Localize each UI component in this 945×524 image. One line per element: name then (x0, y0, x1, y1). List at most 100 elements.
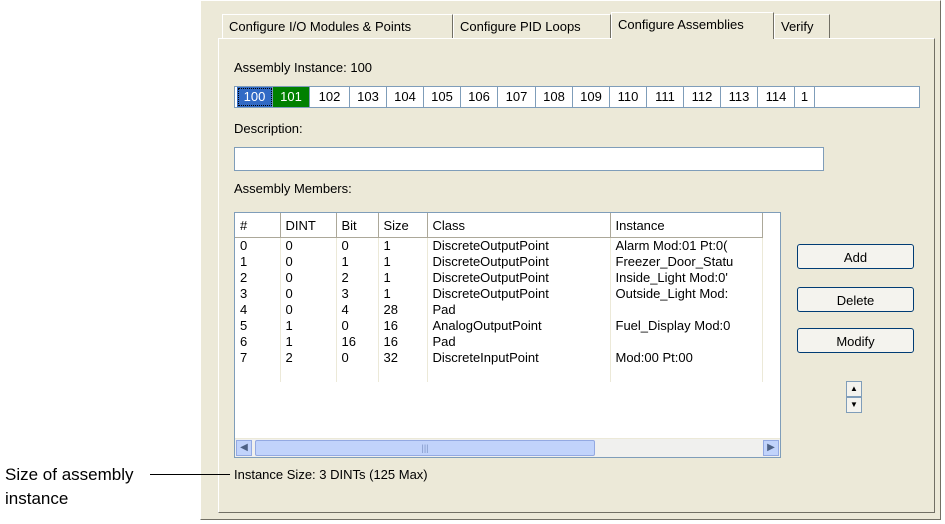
table-cell: 3 (235, 286, 281, 302)
instance-cell[interactable]: 109 (573, 87, 610, 107)
instance-cell[interactable]: 101 (273, 87, 310, 107)
table-cell: Outside_Light Mod: (610, 286, 763, 302)
table-cell: 0 (280, 254, 337, 270)
table-cell: 1 (280, 318, 337, 334)
move-down-icon[interactable]: ▼ (846, 397, 862, 413)
table-row[interactable]: 3 0 3 1 DiscreteOutputPoint Outside_Light Mod… (235, 286, 763, 302)
table-cell: 0 (336, 350, 379, 366)
configure-assemblies-dialog: Configure I/O Modules & Points Configure… (200, 0, 941, 520)
delete-button[interactable]: Delete (797, 287, 914, 312)
table-cell: Mod:00 Pt:00 (610, 350, 763, 366)
table-row[interactable]: 4 0 4 28 Pad (235, 302, 763, 318)
table-cell: DiscreteOutputPoint (427, 237, 611, 254)
table-cell: 1 (378, 254, 428, 270)
table-header: # DINT Bit Size Class Instance (235, 213, 763, 238)
table-cell: Freezer_Door_Statu (610, 254, 763, 270)
instance-cell[interactable]: 100 (237, 87, 273, 107)
table-cell: 4 (235, 302, 281, 318)
instance-cell[interactable]: 106 (461, 87, 498, 107)
table-cell (610, 366, 763, 382)
table-cell: 32 (378, 350, 428, 366)
description-field[interactable] (234, 147, 824, 171)
instance-cell[interactable]: 112 (684, 87, 721, 107)
table-cell: Alarm Mod:01 Pt:0( (610, 237, 763, 254)
table-cell: 28 (378, 302, 428, 318)
table-cell: Inside_Light Mod:0' (610, 270, 763, 286)
description-label: Description: (234, 121, 303, 136)
tab-configure-assemblies[interactable]: Configure Assemblies (611, 12, 774, 39)
instance-cell[interactable]: 104 (387, 87, 424, 107)
instance-cell[interactable]: 113 (721, 87, 758, 107)
table-cell: 1 (378, 270, 428, 286)
table-cell: 2 (336, 270, 379, 286)
table-row[interactable]: 0 0 0 1 DiscreteOutputPoint Alarm Mod:01 Pt:0… (235, 237, 763, 254)
table-cell: 3 (336, 286, 379, 302)
instance-cell[interactable]: 102 (310, 87, 350, 107)
table-cell: 1 (280, 334, 337, 350)
column-header[interactable]: Class (427, 213, 611, 238)
column-header[interactable]: Bit (336, 213, 379, 238)
instance-cell[interactable]: 107 (498, 87, 536, 107)
tab-configure-io-modules[interactable]: Configure I/O Modules & Points (222, 14, 453, 38)
table-cell: 0 (280, 286, 337, 302)
table-cell: 7 (235, 350, 281, 366)
table-cell (235, 366, 281, 382)
table-cell: 1 (378, 286, 428, 302)
table-cell: 1 (336, 254, 379, 270)
column-header[interactable]: Size (378, 213, 428, 238)
column-header[interactable]: Instance (610, 213, 763, 238)
scroll-left-icon[interactable]: ◀ (236, 440, 252, 456)
table-cell: Pad (427, 334, 611, 350)
table-cell (427, 366, 611, 382)
assembly-instance-label: Assembly Instance: 100 (234, 60, 373, 75)
instance-cell[interactable]: 114 (758, 87, 795, 107)
callout-annotation: Size of assembly instance (5, 463, 134, 511)
column-header[interactable]: DINT (280, 213, 337, 238)
assembly-instance-value: 100 (350, 60, 373, 75)
table-cell: 0 (280, 270, 337, 286)
table-cell: 6 (235, 334, 281, 350)
table-row[interactable]: 6 1 16 16 Pad (235, 334, 763, 350)
table-cell: 1 (378, 237, 428, 254)
tab-configure-pid-loops[interactable]: Configure PID Loops (453, 14, 611, 38)
table-row[interactable]: 5 1 0 16 AnalogOutputPoint Fuel_Display Mod:0 (235, 318, 763, 334)
callout-line2: instance (5, 489, 69, 508)
table-cell (610, 302, 763, 318)
table-cell: 2 (280, 350, 337, 366)
scroll-right-icon[interactable]: ▶ (763, 440, 779, 456)
members-grid: # DINT Bit Size Class Instance 0 0 0 1 DiscreteOu… (235, 213, 763, 382)
table-cell: Fuel_Display Mod:0 (610, 318, 763, 334)
instance-size-label: Instance Size: 3 DINTs (125 Max) (234, 467, 428, 482)
table-cell: 2 (235, 270, 281, 286)
move-up-icon[interactable]: ▲ (846, 381, 862, 397)
scroll-thumb[interactable]: ||| (255, 440, 595, 456)
assembly-members-table[interactable]: # DINT Bit Size Class Instance 0 0 0 1 DiscreteOu… (234, 212, 781, 458)
table-cell: 16 (336, 334, 379, 350)
instance-selector[interactable]: 100 101 102 103 104 105 106 107 108 109 110 111 112 1… (234, 86, 920, 108)
table-row-empty[interactable] (235, 366, 763, 382)
callout-leader-line (150, 474, 230, 475)
table-row[interactable]: 1 0 1 1 DiscreteOutputPoint Freezer_Door_Stat… (235, 254, 763, 270)
instance-cell[interactable]: 103 (350, 87, 387, 107)
table-row[interactable]: 2 0 2 1 DiscreteOutputPoint Inside_Light Mod:… (235, 270, 763, 286)
table-cell: DiscreteOutputPoint (427, 270, 611, 286)
assembly-members-label: Assembly Members: (234, 181, 352, 196)
instance-cell[interactable]: 108 (536, 87, 573, 107)
instance-cell[interactable]: 111 (647, 87, 684, 107)
table-cell: 0 (336, 318, 379, 334)
table-cell: AnalogOutputPoint (427, 318, 611, 334)
tab-verify[interactable]: Verify (774, 14, 830, 38)
table-cell: Pad (427, 302, 611, 318)
instance-cell[interactable]: 110 (610, 87, 647, 107)
column-header[interactable]: # (235, 213, 281, 238)
instance-cell[interactable]: 1 (795, 87, 815, 107)
table-cell (280, 366, 337, 382)
table-cell: 4 (336, 302, 379, 318)
horizontal-scrollbar[interactable]: ◀ ||| ▶ (235, 438, 780, 457)
instance-cell[interactable]: 105 (424, 87, 461, 107)
table-row[interactable]: 7 2 0 32 DiscreteInputPoint Mod:00 Pt:00 (235, 350, 763, 366)
table-cell: 16 (378, 318, 428, 334)
table-cell (610, 334, 763, 350)
modify-button[interactable]: Modify (797, 328, 914, 353)
add-button[interactable]: Add (797, 244, 914, 269)
